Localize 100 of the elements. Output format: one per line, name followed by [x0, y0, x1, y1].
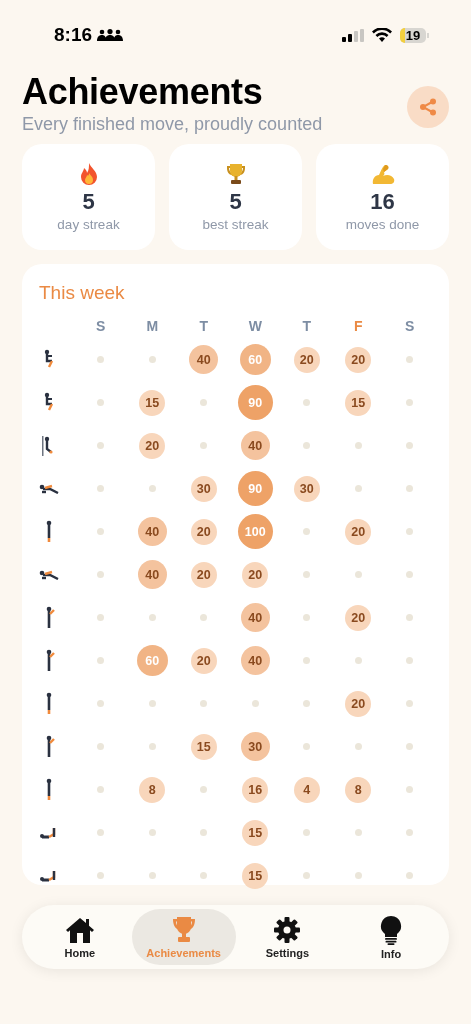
- count-bubble: 8: [345, 776, 372, 803]
- weekday-label: F: [352, 317, 364, 336]
- empty-dot: [148, 743, 156, 750]
- tab[interactable]: Home: [28, 909, 132, 965]
- count-bubble: 4: [293, 776, 320, 803]
- empty-dot: [354, 743, 362, 750]
- count-bubble: 40: [240, 431, 270, 460]
- empty-dot: [97, 872, 105, 879]
- empty-dot: [97, 700, 105, 707]
- stat-label: moves done: [345, 217, 420, 232]
- empty-dot: [97, 442, 105, 449]
- empty-dot: [354, 829, 362, 836]
- count-bubble: 30: [190, 475, 217, 502]
- count-bubble: 20: [190, 518, 217, 545]
- empty-dot: [97, 528, 105, 535]
- empty-dot: [406, 700, 414, 707]
- empty-dot: [97, 743, 105, 750]
- wifi-icon: [372, 28, 392, 42]
- empty-dot: [303, 829, 311, 836]
- empty-dot: [406, 485, 414, 492]
- empty-dot: [303, 528, 311, 535]
- count-bubble: 90: [237, 385, 273, 420]
- empty-dot: [148, 614, 156, 621]
- empty-dot: [354, 872, 362, 879]
- lightbulb-icon: [380, 914, 403, 945]
- empty-dot: [200, 700, 208, 707]
- empty-dot: [406, 571, 414, 578]
- stat-value: 16: [370, 189, 395, 215]
- section-title: This week: [39, 282, 126, 304]
- empty-dot: [97, 399, 105, 406]
- weekday-label: T: [301, 317, 313, 336]
- count-bubble: 20: [139, 432, 166, 459]
- empty-dot: [354, 442, 362, 449]
- battery-icon: 19: [400, 27, 429, 43]
- count-bubble: 90: [237, 471, 273, 506]
- empty-dot: [406, 829, 414, 836]
- empty-dot: [406, 657, 414, 664]
- empty-dot: [97, 614, 105, 621]
- page-subtitle: Every finished move, proudly counted: [22, 114, 324, 135]
- count-bubble: 15: [345, 389, 372, 416]
- empty-dot: [303, 700, 311, 707]
- empty-dot: [303, 743, 311, 750]
- empty-dot: [406, 528, 414, 535]
- empty-dot: [406, 356, 414, 363]
- empty-dot: [303, 657, 311, 664]
- weekday-label: S: [404, 317, 416, 336]
- count-bubble: 8: [139, 776, 166, 803]
- weekday-label: S: [95, 317, 107, 336]
- empty-dot: [97, 786, 105, 793]
- stat-value: 5: [82, 189, 95, 215]
- count-bubble: 15: [242, 819, 269, 846]
- count-bubble: 20: [345, 346, 372, 373]
- empty-dot: [406, 872, 414, 879]
- count-bubble: 60: [239, 344, 271, 375]
- empty-dot: [148, 700, 156, 707]
- share-button[interactable]: [407, 85, 449, 128]
- empty-dot: [303, 571, 311, 578]
- empty-dot: [200, 829, 208, 836]
- clock-time: 8:16: [54, 24, 93, 46]
- count-bubble: 100: [237, 514, 273, 549]
- empty-dot: [406, 614, 414, 621]
- count-bubble: 60: [136, 645, 168, 676]
- exercise-figure-icon: [39, 569, 59, 580]
- exercise-figure-icon: [39, 483, 59, 494]
- tab[interactable]: Info: [339, 909, 443, 965]
- empty-dot: [200, 399, 208, 406]
- empty-dot: [406, 399, 414, 406]
- empty-dot: [97, 356, 105, 363]
- tab[interactable]: Settings: [235, 909, 340, 965]
- empty-dot: [406, 743, 414, 750]
- count-bubble: 20: [345, 604, 372, 631]
- empty-dot: [148, 485, 156, 492]
- count-bubble: 30: [293, 475, 320, 502]
- people-icon: [97, 29, 124, 41]
- share-icon: [419, 97, 437, 116]
- empty-dot: [406, 786, 414, 793]
- exercise-figure-icon: [39, 869, 56, 882]
- stat-value: 5: [229, 189, 242, 215]
- count-bubble: 15: [242, 862, 269, 889]
- stat-label: day streak: [57, 217, 120, 232]
- page-title: Achievements: [22, 72, 264, 112]
- signal-icon: [342, 28, 364, 42]
- empty-dot: [97, 657, 105, 664]
- empty-dot: [200, 786, 208, 793]
- empty-dot: [148, 872, 156, 879]
- count-bubble: 20: [293, 346, 320, 373]
- empty-dot: [303, 442, 311, 449]
- home-icon: [64, 915, 95, 944]
- count-bubble: 20: [345, 690, 372, 717]
- empty-dot: [303, 614, 311, 621]
- empty-dot: [97, 485, 105, 492]
- empty-dot: [406, 442, 414, 449]
- empty-dot: [200, 614, 208, 621]
- count-bubble: 15: [139, 389, 166, 416]
- empty-dot: [354, 657, 362, 664]
- count-bubble: 15: [190, 733, 217, 760]
- count-bubble: 20: [190, 561, 217, 588]
- count-bubble: 40: [137, 560, 167, 589]
- empty-dot: [354, 485, 362, 492]
- stat-label: best streak: [202, 217, 269, 232]
